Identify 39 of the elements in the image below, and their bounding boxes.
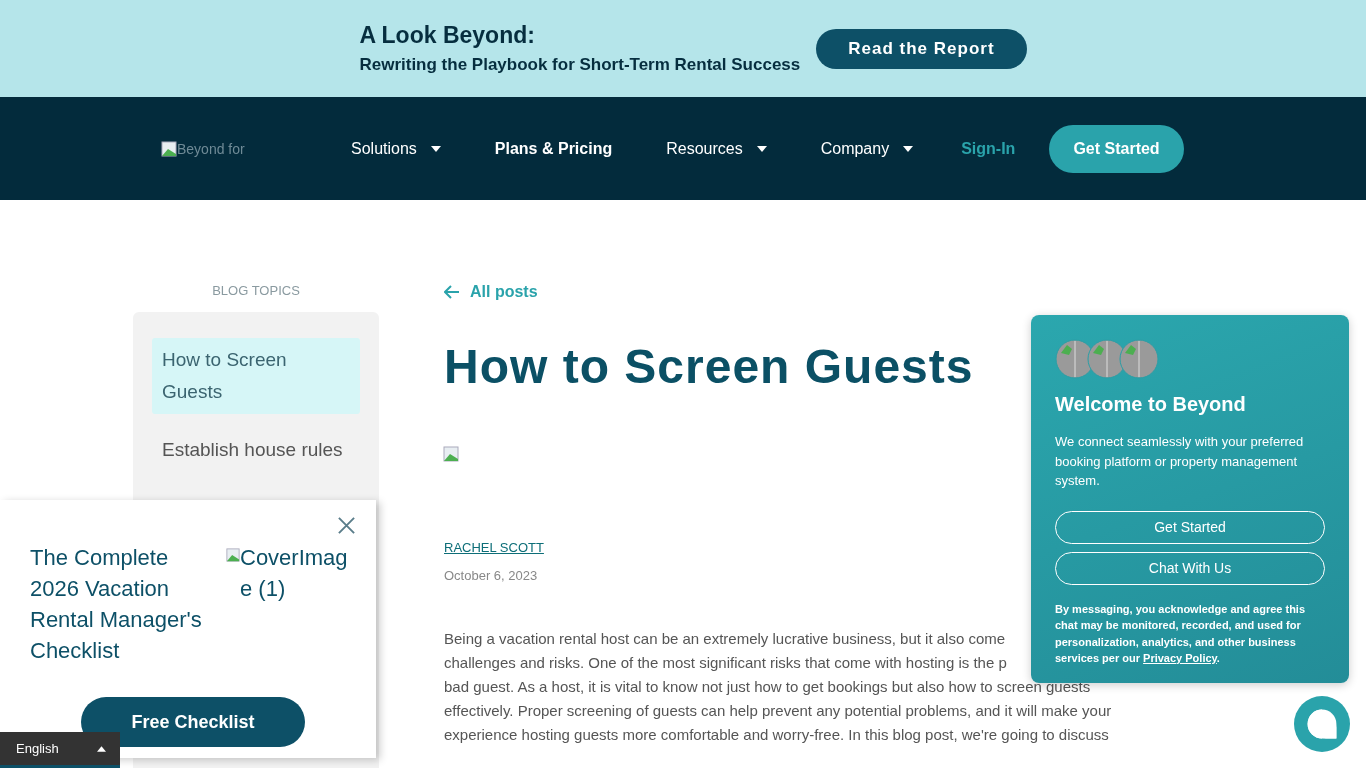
- paragraph-line: challenges and risks. One of the most significant risks that come with hosting is the p: [444, 653, 1007, 673]
- broken-image-icon: [226, 548, 240, 562]
- sign-in-link[interactable]: Sign-In: [961, 139, 1016, 158]
- post-title: How to Screen Guests: [444, 339, 974, 394]
- paragraph-line: experience hosting guests more comfortable and worry-free. In this blog post, we're going to discuss: [444, 725, 1109, 745]
- nav-link[interactable]: Company: [820, 139, 890, 158]
- post-date: October 6, 2023: [444, 568, 539, 583]
- caret-icon[interactable]: [903, 145, 914, 152]
- paragraph-line: effectively. Proper screening of guests can help prevent any potential problems, and it will make your: [444, 701, 1112, 721]
- read-report-button[interactable]: Read the Report: [816, 28, 1027, 69]
- broken-image-icon: [161, 140, 177, 157]
- broken-image-icon: [443, 446, 459, 462]
- banner-title: A Look Beyond:: [359, 22, 536, 49]
- arrow-left-icon: [444, 285, 460, 299]
- caret-icon[interactable]: [756, 145, 767, 152]
- nav-link[interactable]: Solutions: [351, 139, 417, 158]
- checklist-title: The Complete 2026 Vacation Rental Manager's Checklist: [30, 544, 203, 665]
- chat-launcher-button[interactable]: [1294, 696, 1350, 752]
- paragraph-line: bad guest. As a host, it is vital to know not just how to get bookings but also how to screen guests: [444, 677, 1091, 697]
- chat-disclaimer: By messaging, you acknowledge and agree this chat may be monitored, recorded, and used for personalization, analytics, and other business services per our Privacy Policy.: [1055, 601, 1307, 666]
- avatar-icon: [1119, 339, 1159, 379]
- caret-up-icon: [97, 745, 106, 752]
- logo-alt-text[interactable]: Beyond for: [177, 140, 245, 157]
- close-icon[interactable]: [337, 516, 356, 535]
- paragraph-line: Being a vacation rental host can be an extremely lucrative business, but it also come: [444, 629, 1006, 649]
- language-selector[interactable]: English: [0, 732, 120, 768]
- sidebar-heading: BLOG TOPICS: [211, 283, 301, 298]
- free-checklist-button[interactable]: Free Checklist: [81, 697, 305, 747]
- chat-title: Welcome to Beyond: [1055, 393, 1247, 416]
- chat-description: We connect seamlessly with your preferred booking platform or property management system.: [1055, 433, 1305, 490]
- privacy-policy-link[interactable]: Privacy Policy: [1143, 652, 1217, 664]
- author-link[interactable]: RACHEL SCOTT: [444, 540, 544, 555]
- banner-subtitle: Rewriting the Playbook for Short-Term Rental Success: [359, 55, 801, 75]
- topic-link[interactable]: How to Screen Guests: [152, 338, 360, 414]
- nav-link[interactable]: Plans & Pricing: [494, 139, 613, 158]
- nav-link[interactable]: Resources: [666, 139, 743, 158]
- caret-icon[interactable]: [430, 145, 441, 152]
- topic-link[interactable]: Establish house rules: [152, 428, 360, 472]
- cover-image-alt-text: CoverImage (1): [240, 544, 349, 603]
